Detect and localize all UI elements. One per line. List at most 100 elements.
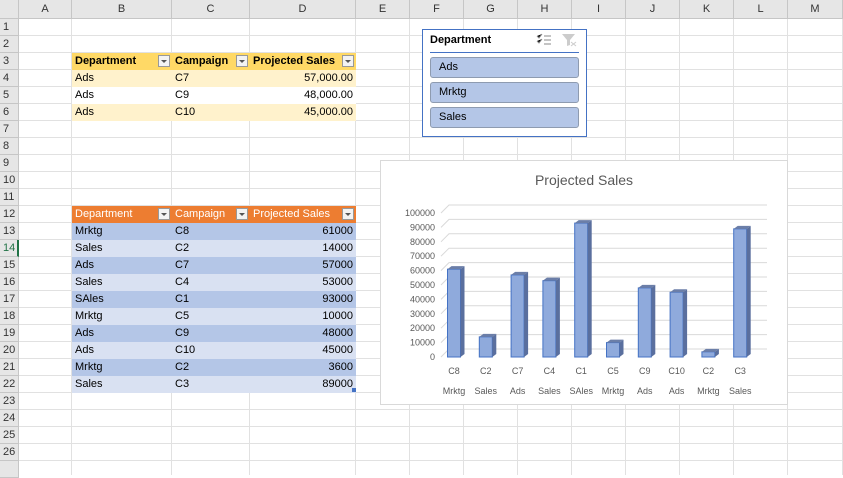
row-header-27[interactable]: [0, 461, 19, 478]
row-header-11[interactable]: 11: [0, 189, 19, 206]
column-header-A[interactable]: A: [19, 0, 72, 19]
filter-dropdown-icon[interactable]: [236, 208, 248, 220]
filtered-table-cell[interactable]: C9: [172, 87, 250, 104]
source-table-cell[interactable]: SAles: [72, 291, 172, 308]
source-table-cell[interactable]: Sales: [72, 376, 172, 393]
column-header-D[interactable]: D: [250, 0, 356, 19]
filtered-table-cell[interactable]: Ads: [72, 87, 172, 104]
source-table-cell[interactable]: C2: [172, 240, 250, 257]
department-slicer[interactable]: Department Ads Mrktg Sales: [422, 29, 587, 137]
clear-filter-icon[interactable]: [561, 33, 577, 47]
source-table-cell[interactable]: 14000: [250, 240, 356, 257]
filtered-table-cell[interactable]: Ads: [72, 104, 172, 121]
row-header-26[interactable]: 26: [0, 444, 19, 461]
source-table-cell[interactable]: Ads: [72, 342, 172, 359]
column-header-J[interactable]: J: [626, 0, 680, 19]
row-header-4[interactable]: 4: [0, 70, 19, 87]
column-header-K[interactable]: K: [680, 0, 734, 19]
select-all-corner[interactable]: [0, 0, 19, 19]
row-header-18[interactable]: 18: [0, 308, 19, 325]
column-header-B[interactable]: B: [72, 0, 172, 19]
filtered-table-cell[interactable]: C7: [172, 70, 250, 87]
source-table-cell[interactable]: C10: [172, 342, 250, 359]
source-table-cell[interactable]: C9: [172, 325, 250, 342]
slicer-item-sales[interactable]: Sales: [430, 107, 579, 128]
column-header-C[interactable]: C: [172, 0, 250, 19]
source-table-cell[interactable]: C3: [172, 376, 250, 393]
bar-3[interactable]: [542, 280, 557, 358]
bar-1[interactable]: [478, 336, 493, 358]
bar-5[interactable]: [606, 342, 620, 358]
column-header-E[interactable]: E: [356, 0, 410, 19]
filtered-table-cell[interactable]: C10: [172, 104, 250, 121]
multi-select-icon[interactable]: [536, 33, 552, 47]
source-table-cell[interactable]: 48000: [250, 325, 356, 342]
row-header-17[interactable]: 17: [0, 291, 19, 308]
table-resize-handle[interactable]: [352, 388, 356, 392]
row-header-8[interactable]: 8: [0, 138, 19, 155]
filter-dropdown-icon[interactable]: [158, 208, 170, 220]
row-header-14[interactable]: 14: [0, 240, 19, 257]
filtered-table-header-1[interactable]: Campaign: [172, 53, 250, 70]
source-table-cell[interactable]: C5: [172, 308, 250, 325]
source-table-cell[interactable]: 10000: [250, 308, 356, 325]
source-table-cell[interactable]: 45000: [250, 342, 356, 359]
source-table-cell[interactable]: Mrktg: [72, 359, 172, 376]
row-header-25[interactable]: 25: [0, 427, 19, 444]
source-table-header-0[interactable]: Department: [72, 206, 172, 223]
bar-4[interactable]: [574, 222, 589, 358]
slicer-item-ads[interactable]: Ads: [430, 57, 579, 78]
slicer-item-mrktg[interactable]: Mrktg: [430, 82, 579, 103]
bar-6[interactable]: [637, 287, 652, 358]
bar-0[interactable]: [447, 268, 461, 358]
row-header-20[interactable]: 20: [0, 342, 19, 359]
row-header-13[interactable]: 13: [0, 223, 19, 240]
source-table-cell[interactable]: 93000: [250, 291, 356, 308]
filtered-table-header-0[interactable]: Department: [72, 53, 172, 70]
row-header-1[interactable]: 1: [0, 19, 19, 36]
bar-8[interactable]: [701, 351, 716, 358]
source-table-cell[interactable]: Sales: [72, 274, 172, 291]
source-table-cell[interactable]: 89000: [250, 376, 356, 393]
source-table-cell[interactable]: Ads: [72, 325, 172, 342]
column-header-F[interactable]: F: [410, 0, 464, 19]
source-table-cell[interactable]: C2: [172, 359, 250, 376]
source-table-cell[interactable]: C7: [172, 257, 250, 274]
source-table-cell[interactable]: 53000: [250, 274, 356, 291]
bar-2[interactable]: [510, 274, 525, 358]
filtered-table-cell[interactable]: 45,000.00: [250, 104, 356, 121]
row-header-12[interactable]: 12: [0, 206, 19, 223]
filtered-table-header-2[interactable]: Projected Sales: [250, 53, 356, 70]
source-table-cell[interactable]: Sales: [72, 240, 172, 257]
source-table-cell[interactable]: 57000: [250, 257, 356, 274]
filtered-table-cell[interactable]: 48,000.00: [250, 87, 356, 104]
projected-sales-chart[interactable]: Projected Sales 0 10000 20000 30000 40000 5000…: [380, 160, 788, 405]
column-header-G[interactable]: G: [464, 0, 518, 19]
source-table-cell[interactable]: C8: [172, 223, 250, 240]
source-table-cell[interactable]: Mrktg: [72, 308, 172, 325]
row-header-2[interactable]: 2: [0, 36, 19, 53]
filtered-table-cell[interactable]: Ads: [72, 70, 172, 87]
row-header-15[interactable]: 15: [0, 257, 19, 274]
row-header-23[interactable]: 23: [0, 393, 19, 410]
row-header-22[interactable]: 22: [0, 376, 19, 393]
row-header-10[interactable]: 10: [0, 172, 19, 189]
column-header-L[interactable]: L: [734, 0, 788, 19]
row-header-24[interactable]: 24: [0, 410, 19, 427]
filter-dropdown-icon[interactable]: [342, 208, 354, 220]
source-table-cell[interactable]: 3600: [250, 359, 356, 376]
row-header-5[interactable]: 5: [0, 87, 19, 104]
row-header-6[interactable]: 6: [0, 104, 19, 121]
bar-7[interactable]: [669, 291, 684, 358]
source-table-cell[interactable]: 61000: [250, 223, 356, 240]
column-header-H[interactable]: H: [518, 0, 572, 19]
source-table-header-2[interactable]: Projected Sales: [250, 206, 356, 223]
row-header-19[interactable]: 19: [0, 325, 19, 342]
filter-dropdown-icon[interactable]: [342, 55, 354, 67]
row-header-9[interactable]: 9: [0, 155, 19, 172]
row-header-16[interactable]: 16: [0, 274, 19, 291]
source-table-cell[interactable]: Ads: [72, 257, 172, 274]
bar-9[interactable]: [733, 228, 748, 358]
filter-dropdown-icon[interactable]: [236, 55, 248, 67]
source-table-cell[interactable]: C1: [172, 291, 250, 308]
